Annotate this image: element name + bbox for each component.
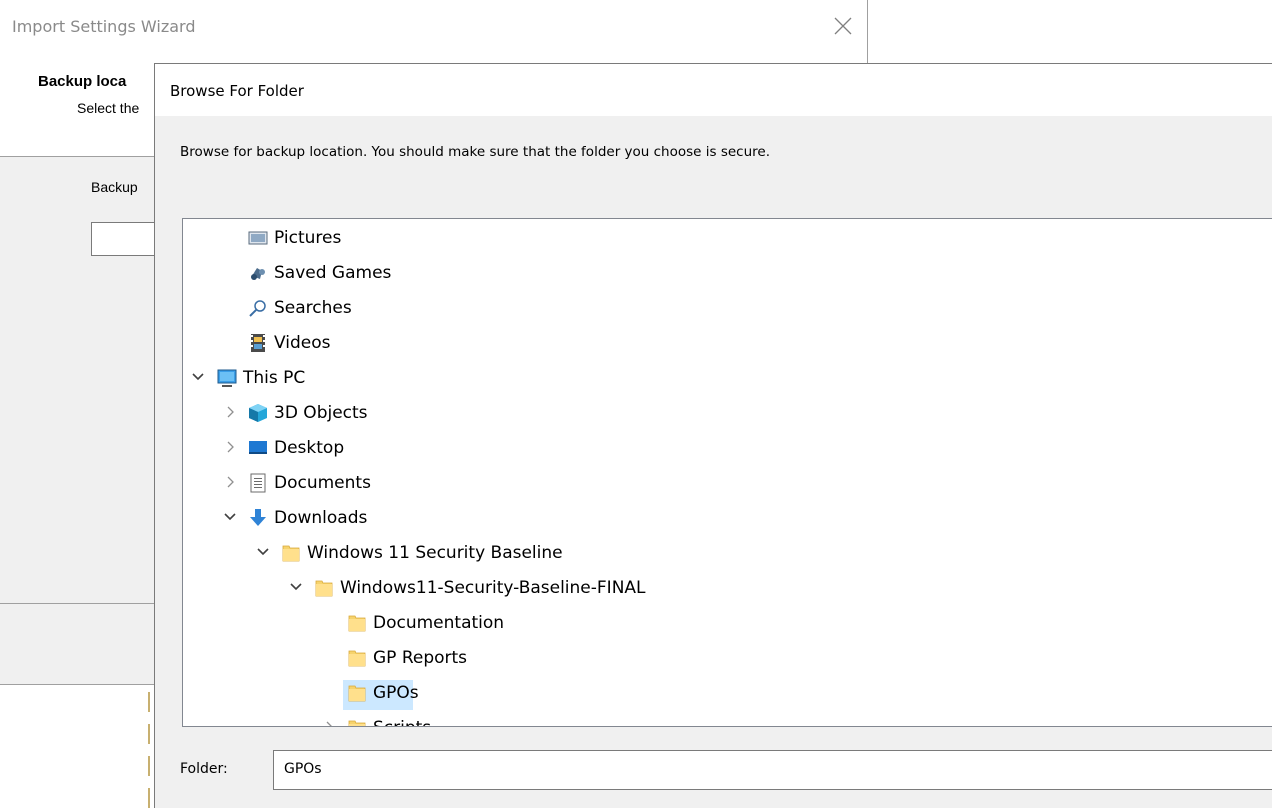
- saved-games-icon: [251, 268, 265, 280]
- tree-item[interactable]: Windows 11 Security Baseline: [183, 536, 1272, 571]
- tree-item-label: Searches: [274, 298, 352, 318]
- wizard-titlebar: Import Settings Wizard: [0, 0, 867, 56]
- tree-item-label: Windows 11 Security Baseline: [307, 543, 563, 563]
- chevron-right-icon[interactable]: [223, 475, 237, 489]
- desktop-icon: [249, 441, 267, 454]
- browse-titlebar: Browse For Folder: [155, 64, 1272, 116]
- tree-item[interactable]: GP Reports: [183, 641, 1272, 676]
- tree-item[interactable]: Documents: [183, 466, 1272, 501]
- tree-item[interactable]: Scripts: [183, 711, 1272, 727]
- folder-icon: [315, 580, 333, 597]
- tree-item[interactable]: This PC: [183, 361, 1272, 396]
- chevron-down-icon[interactable]: [191, 370, 205, 384]
- folder-icon: [348, 720, 366, 726]
- chevron-right-icon[interactable]: [322, 720, 336, 727]
- documents-icon: [250, 473, 266, 493]
- this-pc-icon: [217, 369, 237, 387]
- folder-icon: [348, 650, 366, 667]
- tree-item-label: Scripts: [370, 717, 434, 726]
- 3d-objects-icon: [249, 404, 267, 422]
- search-icon: [249, 300, 266, 317]
- tree-item[interactable]: 3D Objects: [183, 396, 1272, 431]
- folder-icon: [348, 615, 366, 632]
- tree-item-label: Pictures: [274, 228, 342, 248]
- folder-input[interactable]: GPOs: [273, 750, 1272, 790]
- downloads-icon: [250, 509, 266, 526]
- browse-title: Browse For Folder: [170, 82, 304, 100]
- tree-item[interactable]: Pictures: [183, 221, 1272, 256]
- tree-item-label: This PC: [243, 368, 306, 388]
- folder-tree[interactable]: Pictures Saved Games Searches Videos This PC…: [182, 218, 1272, 727]
- folder-label: Folder:: [180, 761, 228, 777]
- videos-icon: [251, 334, 265, 352]
- tree-item-label: Videos: [274, 333, 331, 353]
- chevron-down-icon[interactable]: [289, 580, 303, 594]
- chevron-down-icon[interactable]: [256, 545, 270, 559]
- backup-location-label: Backup: [91, 179, 138, 195]
- folder-input-value: GPOs: [284, 761, 322, 777]
- tree-item-label: Downloads: [274, 508, 368, 528]
- chevron-right-icon[interactable]: [223, 405, 237, 419]
- tree-item-label: GPOs: [373, 683, 419, 703]
- browse-description: Browse for backup location. You should m…: [180, 144, 771, 160]
- tree-item-label: Desktop: [274, 438, 345, 458]
- tree-item[interactable]: Saved Games: [183, 256, 1272, 291]
- tree-item-label: Saved Games: [274, 263, 392, 283]
- folder-icon: [282, 545, 300, 562]
- tree-item-label: GP Reports: [373, 648, 468, 668]
- wizard-title: Import Settings Wizard: [12, 17, 196, 36]
- chevron-right-icon[interactable]: [223, 440, 237, 454]
- tree-item-label: 3D Objects: [274, 403, 368, 423]
- wizard-heading: Backup loca: [38, 73, 127, 90]
- tree-item[interactable]: Desktop: [183, 431, 1272, 466]
- tree-item[interactable]: Downloads: [183, 501, 1272, 536]
- folder-icon: [348, 685, 366, 702]
- wizard-subheading: Select the: [77, 100, 140, 116]
- background-icons: [148, 692, 150, 808]
- tree-item-label: Windows11-Security-Baseline-FINAL: [340, 578, 646, 598]
- tree-item-label: Documentation: [373, 613, 505, 633]
- tree-item[interactable]: Windows11-Security-Baseline-FINAL: [183, 571, 1272, 606]
- tree-item[interactable]: Videos: [183, 326, 1272, 361]
- tree-item[interactable]: GPOs: [183, 676, 1272, 711]
- tree-item-label: Documents: [274, 473, 371, 493]
- browse-for-folder-dialog: Browse For Folder Browse for backup loca…: [154, 63, 1272, 808]
- pictures-icon: [248, 231, 268, 245]
- close-icon[interactable]: [829, 12, 857, 40]
- tree-item[interactable]: Documentation: [183, 606, 1272, 641]
- chevron-down-icon[interactable]: [223, 510, 237, 524]
- tree-item[interactable]: Searches: [183, 291, 1272, 326]
